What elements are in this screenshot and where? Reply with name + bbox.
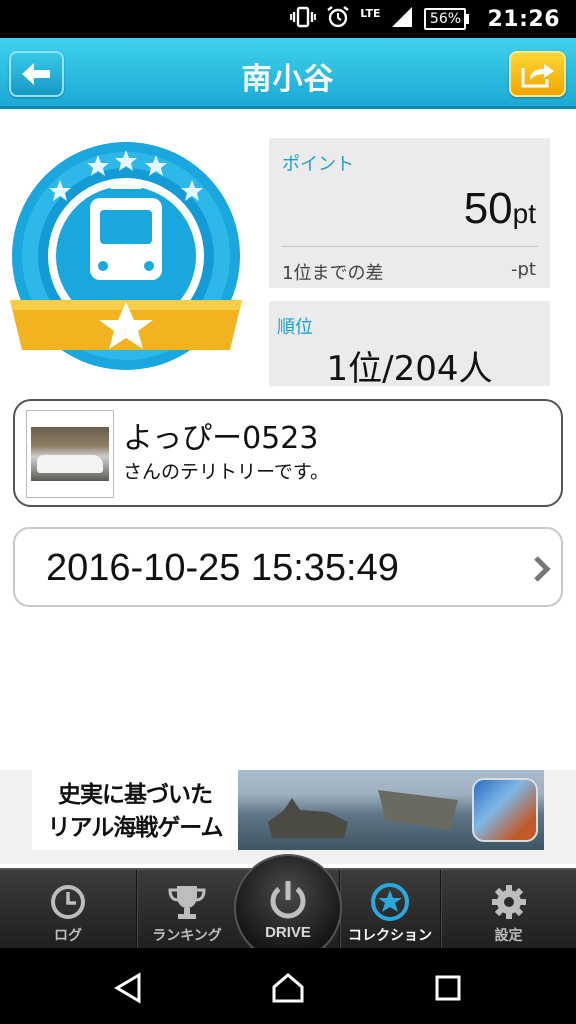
gap-to-first-label: 1位までの差 xyxy=(282,263,384,284)
battery-level: 56% xyxy=(424,8,467,30)
clock-time: 21:26 xyxy=(487,6,560,32)
points-panel: ポイント 50pt 1位までの差 -pt xyxy=(269,138,550,288)
nav-recents-button[interactable] xyxy=(428,968,468,1008)
points-unit: pt xyxy=(512,198,536,229)
tab-settings[interactable]: 設定 xyxy=(441,870,576,950)
tab-log[interactable]: ログ xyxy=(0,870,136,950)
nav-back-button[interactable] xyxy=(108,968,148,1008)
drive-label: DRIVE xyxy=(265,924,311,941)
ad-content[interactable]: 史実に基づいた リアル海戦ゲーム xyxy=(32,770,544,850)
trophy-icon xyxy=(168,886,206,919)
territory-owner-card[interactable]: よっぴー0523 さんのテリトリーです。 xyxy=(13,399,563,507)
signal-icon xyxy=(390,5,414,33)
tab-ranking[interactable]: ランキング xyxy=(137,870,237,950)
rank-value: 1位/204人 xyxy=(326,349,493,389)
share-icon xyxy=(521,64,554,88)
ad-app-icon xyxy=(472,778,538,842)
star-circle-icon xyxy=(371,883,409,921)
network-type: LTE xyxy=(360,6,381,20)
gear-icon xyxy=(491,885,526,919)
rank-label: 順位 xyxy=(277,317,313,338)
points-value: 50pt xyxy=(464,184,536,234)
clock-icon xyxy=(51,885,85,919)
status-icons: LTE 56% 21:26 xyxy=(290,6,560,32)
ad-line-2: リアル海戦ゲーム xyxy=(47,814,223,841)
status-bar: LTE 56% 21:26 xyxy=(0,0,576,38)
owner-name: よっぴー0523 xyxy=(123,421,319,456)
tab-label: ログ xyxy=(54,928,82,944)
owner-subtitle: さんのテリトリーです。 xyxy=(123,461,329,483)
nav-back-icon xyxy=(114,972,141,1004)
alarm-icon xyxy=(326,5,350,33)
nav-home-button[interactable] xyxy=(268,968,308,1008)
date-row[interactable]: 2016-10-25 15:35:49 xyxy=(13,527,563,607)
nav-recents-icon xyxy=(435,975,461,1001)
vibrate-icon xyxy=(290,6,317,32)
points-divider xyxy=(281,246,538,247)
ad-banner[interactable]: 史実に基づいた リアル海戦ゲーム xyxy=(0,770,576,864)
tab-label: コレクション xyxy=(348,928,432,944)
train-badge-icon xyxy=(10,140,242,372)
tab-collection[interactable]: コレクション xyxy=(340,870,440,950)
power-icon xyxy=(270,881,306,919)
page-title: 南小谷 xyxy=(241,62,335,97)
gap-to-first-value: -pt xyxy=(511,259,536,280)
chevron-right-icon xyxy=(534,556,551,582)
tab-label: 設定 xyxy=(494,928,523,944)
rank-panel: 順位 1位/204人 xyxy=(269,301,550,389)
ad-image xyxy=(238,770,544,850)
share-button[interactable] xyxy=(509,51,566,97)
tab-label: ランキング xyxy=(152,928,222,944)
ad-line-1: 史実に基づいた xyxy=(58,781,213,808)
nav-home-icon xyxy=(272,973,304,1003)
ad-text: 史実に基づいた リアル海戦ゲーム xyxy=(32,770,238,850)
system-nav-bar xyxy=(0,948,576,1024)
points-number: 50 xyxy=(463,184,513,233)
drive-button[interactable]: DRIVE xyxy=(234,854,342,962)
battery-icon: 56% xyxy=(424,8,470,30)
points-label: ポイント xyxy=(282,154,354,175)
timestamp: 2016-10-25 15:35:49 xyxy=(46,547,399,589)
header: 南小谷 xyxy=(0,38,576,109)
avatar xyxy=(26,410,114,498)
